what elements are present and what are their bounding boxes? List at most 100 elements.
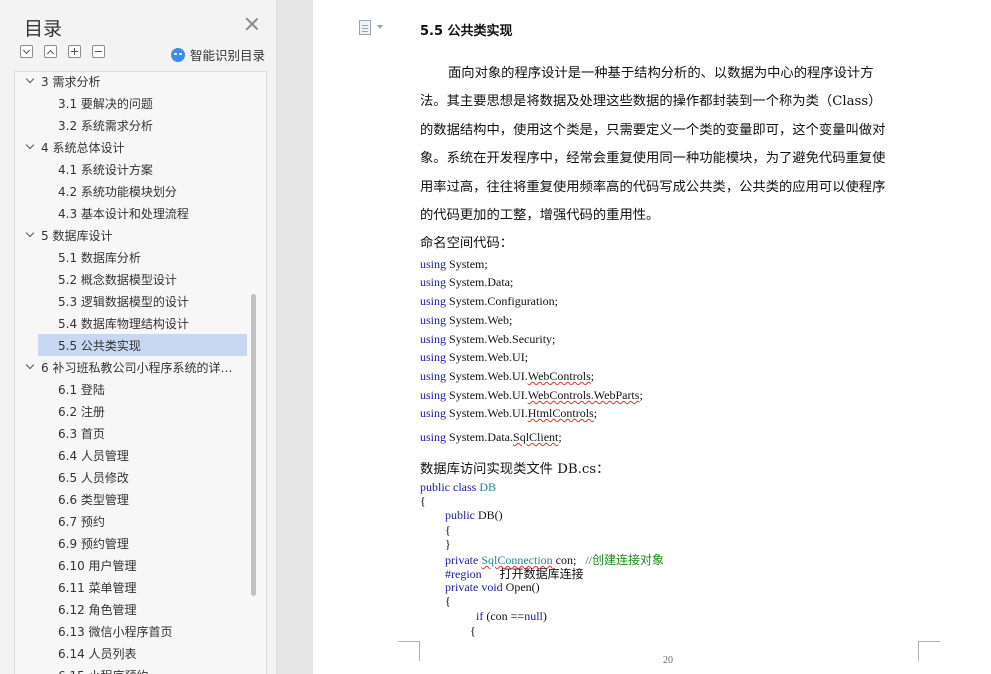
body-paragraph: 面向对象的程序设计是一种基于结构分析的、以数据为中心的程序设计方 法。其主要思想… <box>420 60 920 230</box>
code-text: System.Web; <box>449 313 513 327</box>
toc-section-item[interactable]: 4.2 系统功能模块划分 <box>15 180 251 202</box>
page-corner-mark <box>918 641 940 661</box>
toc-section-item[interactable]: 6.4 人员管理 <box>15 444 251 466</box>
toc-section-item[interactable]: 5.2 概念数据模型设计 <box>15 268 251 290</box>
toc-section-item[interactable]: 4.1 系统设计方案 <box>15 158 251 180</box>
db-file-label: 数据库访问实现类文件 DB.cs： <box>420 462 610 477</box>
code-text: WebControls.WebParts <box>527 388 640 402</box>
toc-item-label: 6.13 微信小程序首页 <box>58 624 173 639</box>
code-text: ; <box>639 388 643 402</box>
code-keyword: using <box>420 313 447 327</box>
toc-title: 目录 <box>24 18 63 40</box>
code-line: { <box>445 523 451 537</box>
toc-item-label: 6.12 角色管理 <box>58 602 137 617</box>
toc-item-label: 6.6 类型管理 <box>58 492 129 507</box>
chevron-down-icon[interactable] <box>26 143 34 151</box>
page-corner-mark <box>398 641 420 661</box>
toc-section-item[interactable]: 6.13 微信小程序首页 <box>15 620 251 642</box>
toc-section-item[interactable]: 6.14 人员列表 <box>15 642 251 664</box>
toc-section-item[interactable]: 5.5 公共类实现 <box>38 334 247 356</box>
code-text: WebControls <box>527 369 591 383</box>
code-text: ; <box>590 369 595 383</box>
toc-list: 3 需求分析 3.1 要解决的问题 3.2 系统需求分析 4 系统总体设计 4.1 系统… <box>15 72 251 674</box>
toc-scrollbar[interactable] <box>251 294 256 596</box>
toc-section-item[interactable]: 5.3 逻辑数据模型的设计 <box>15 290 251 312</box>
smart-toc-button[interactable]: 智能识别目录 <box>171 45 265 64</box>
toc-item-label: 5.1 数据库分析 <box>58 250 141 265</box>
remove-heading-icon[interactable] <box>92 45 105 58</box>
toc-section-item[interactable]: 6.9 预约管理 <box>15 532 251 554</box>
toc-chapter-item[interactable]: 4 系统总体设计 <box>15 136 251 158</box>
code-line: { <box>470 624 476 638</box>
toc-section-item[interactable]: 3.2 系统需求分析 <box>15 114 251 136</box>
toc-item-label: 3.2 系统需求分析 <box>58 118 153 133</box>
toc-section-item[interactable]: 6.6 类型管理 <box>15 488 251 510</box>
toc-item-label: 3.1 要解决的问题 <box>58 96 153 111</box>
toc-section-item[interactable]: 6.7 预约 <box>15 510 251 532</box>
code-line: { <box>445 594 451 608</box>
toc-section-item[interactable]: 6.12 角色管理 <box>15 598 251 620</box>
paragraph-line: 用率过高，往往将重复使用频率高的代码写成公共类，公共类的应用可以使程序 <box>420 179 886 195</box>
chevron-down-icon[interactable] <box>26 363 34 371</box>
code-line: private void Open() <box>445 580 540 595</box>
toc-chapter-item[interactable]: 6 补习班私教公司小程序系统的详细设计与实现 <box>15 356 251 378</box>
using-line: using System.Data.SqlClient; <box>420 430 562 445</box>
expand-all-icon[interactable] <box>20 45 33 58</box>
toc-section-item[interactable]: 3.1 要解决的问题 <box>15 92 251 114</box>
toc-item-label: 6.2 注册 <box>58 404 105 419</box>
code-text: System.Configuration; <box>449 294 559 308</box>
toc-chapter-item[interactable]: 3 需求分析 <box>15 72 251 92</box>
paragraph-line: 象。系统在开发程序中，经常会重复使用同一种功能模块，为了避免代码重复使 <box>420 151 886 167</box>
code-line: if (con ==null) <box>476 609 547 624</box>
section-heading: 5.5 公共类实现 <box>420 24 513 39</box>
chevron-down-icon[interactable] <box>26 231 34 239</box>
toc-section-item[interactable]: 6.10 用户管理 <box>15 554 251 576</box>
toc-item-label: 5.5 公共类实现 <box>58 338 141 353</box>
code-text: System.Data. <box>449 430 514 444</box>
dropdown-caret-icon[interactable] <box>377 25 383 29</box>
code-line: public DB() <box>445 508 503 523</box>
toc-item-label: 3 需求分析 <box>41 74 101 89</box>
collapse-all-icon[interactable] <box>44 45 57 58</box>
code-keyword: using <box>420 332 447 346</box>
code-line: } <box>445 537 451 551</box>
toc-item-label: 6.9 预约管理 <box>58 536 129 551</box>
toc-section-item[interactable]: 5.4 数据库物理结构设计 <box>15 312 251 334</box>
toc-item-label: 6.15 小程序预约 <box>58 667 149 674</box>
code-keyword: using <box>420 275 447 289</box>
toc-item-label: 6.14 人员列表 <box>58 646 137 661</box>
toc-panel: 目录 智能识别目录 3 需求分析 3.1 要解决的问题 3.2 系统需求分析 4 系统… <box>0 0 277 674</box>
toc-item-label: 5.3 逻辑数据模型的设计 <box>58 294 189 309</box>
toc-section-item[interactable]: 6.11 菜单管理 <box>15 576 251 598</box>
page-number: 20 <box>663 655 673 666</box>
code-text: ; <box>593 406 598 420</box>
code-text: (con == <box>486 609 525 623</box>
document-icon[interactable] <box>359 20 371 35</box>
toc-chapter-item[interactable]: 5 数据库设计 <box>15 224 251 246</box>
paragraph-line: 法。其主要思想是将数据及处理这些数据的操作都封装到一个称为类（Class） <box>420 94 882 110</box>
code-text: System.Web.UI. <box>449 369 528 383</box>
chevron-down-icon[interactable] <box>26 77 34 85</box>
toc-item-label: 6.10 用户管理 <box>58 558 137 573</box>
code-keyword: private void <box>445 580 503 594</box>
toc-item-label: 6.11 菜单管理 <box>58 580 137 595</box>
toc-section-item[interactable]: 6.1 登陆 <box>15 378 251 400</box>
toc-section-item[interactable]: 6.5 人员修改 <box>15 466 251 488</box>
code-text: HtmlControls <box>527 406 594 420</box>
code-keyword: public class <box>420 480 477 494</box>
namespace-label: 命名空间代码： <box>420 236 514 251</box>
paragraph-line: 面向对象的程序设计是一种基于结构分析的、以数据为中心的程序设计方 <box>448 66 874 81</box>
toc-item-label: 6 补习班私教公司小程序系统的详细设计与实现 <box>41 360 237 375</box>
toc-section-item[interactable]: 5.1 数据库分析 <box>15 246 251 268</box>
toc-section-item[interactable]: 6.15 小程序预约 <box>15 664 251 674</box>
code-keyword: using <box>420 406 447 420</box>
close-icon[interactable] <box>244 16 260 32</box>
toc-item-label: 4.2 系统功能模块划分 <box>58 184 177 199</box>
toc-section-item[interactable]: 6.3 首页 <box>15 422 251 444</box>
ai-assistant-icon <box>171 47 185 62</box>
add-heading-icon[interactable] <box>68 45 81 58</box>
toc-section-item[interactable]: 6.2 注册 <box>15 400 251 422</box>
toc-item-label: 6.3 首页 <box>58 426 105 441</box>
using-line: using System.Web; <box>420 313 512 328</box>
toc-section-item[interactable]: 4.3 基本设计和处理流程 <box>15 202 251 224</box>
